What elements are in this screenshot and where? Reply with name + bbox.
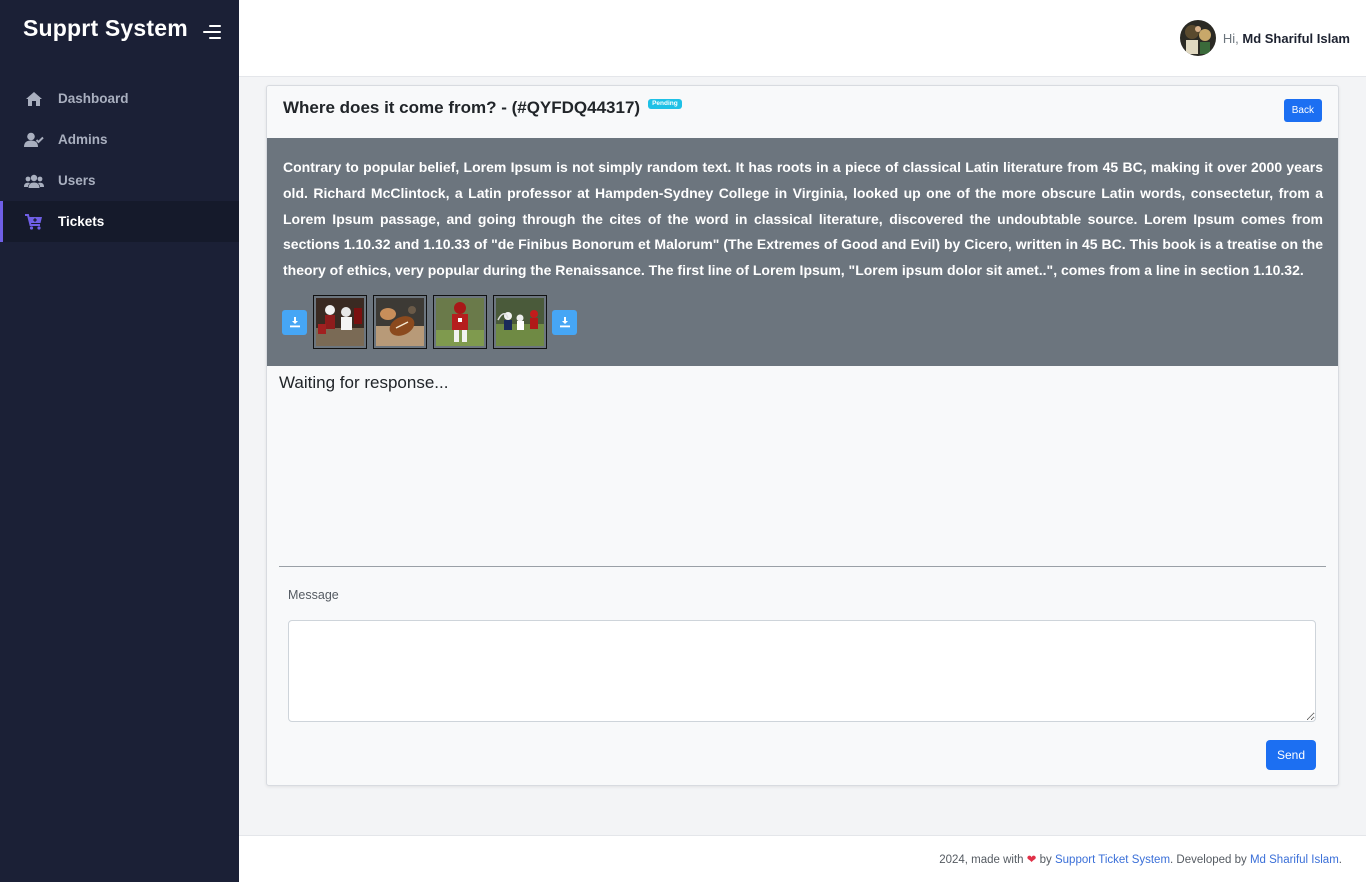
back-button[interactable]: Back	[1283, 99, 1322, 122]
football-players-thumbnail[interactable]	[313, 295, 367, 349]
footer-by: by	[1039, 854, 1052, 866]
ticket-title: Where does it come from? - (#QYFDQ44317)	[283, 98, 641, 117]
brand-title: Supprt System	[23, 15, 188, 41]
footer-link-developer[interactable]: Md Shariful Islam	[1250, 854, 1339, 866]
footer-link-system[interactable]: Support Ticket System	[1055, 854, 1170, 866]
download-all-icon[interactable]	[552, 309, 577, 335]
ticket-header: Where does it come from? - (#QYFDQ44317)…	[283, 98, 682, 118]
football-ball-thumbnail[interactable]	[373, 295, 427, 349]
status-badge: Pending	[648, 98, 682, 110]
sidebar-item-label: Dashboard	[58, 91, 129, 106]
ticket-body: Contrary to popular belief, Lorem Ipsum …	[267, 138, 1338, 366]
sidebar-item-users[interactable]: Users	[0, 160, 239, 201]
user-check-icon	[24, 131, 44, 149]
greeting-text: Hi,	[1222, 30, 1239, 46]
sidebar-item-label: Admins	[58, 132, 108, 147]
sidebar-nav: Dashboard Admins Users Tickets	[0, 78, 239, 242]
waiting-status: Waiting for response...	[279, 373, 449, 392]
cart-icon	[24, 213, 44, 231]
sidebar-item-label: Tickets	[58, 214, 105, 229]
message-label: Message	[288, 588, 339, 602]
sidebar-item-dashboard[interactable]: Dashboard	[0, 78, 239, 119]
avatar[interactable]	[1179, 20, 1216, 56]
sidebar-item-tickets[interactable]: Tickets	[0, 201, 239, 242]
ticket-description: Contrary to popular belief, Lorem Ipsum …	[283, 159, 1323, 279]
menu-toggle-icon[interactable]	[203, 24, 221, 40]
message-field[interactable]	[288, 620, 1316, 722]
heart-icon: ❤	[1026, 854, 1037, 866]
user-menu[interactable]: Hi, Md Shariful Islam	[1179, 20, 1350, 56]
footer-developed: . Developed by	[1170, 854, 1247, 866]
divider	[279, 566, 1326, 567]
ticket-card: Where does it come from? - (#QYFDQ44317)…	[266, 85, 1339, 786]
send-button[interactable]: Send	[1265, 740, 1316, 770]
sidebar-item-admins[interactable]: Admins	[0, 119, 239, 160]
football-field-thumbnail[interactable]	[493, 295, 547, 349]
football-player-thumbnail[interactable]	[433, 295, 487, 349]
sidebar: Supprt System Dashboard Admins Users Tic…	[0, 0, 239, 882]
footer: 2024, made with ❤ by Support Ticket Syst…	[239, 835, 1366, 882]
footer-prefix: 2024, made with	[939, 854, 1024, 866]
top-header: Hi, Md Shariful Islam	[239, 0, 1366, 77]
users-icon	[24, 172, 44, 190]
download-icon[interactable]	[282, 309, 307, 335]
footer-suffix: .	[1338, 854, 1342, 866]
attachments-row	[282, 295, 577, 349]
footer-text: 2024, made with ❤ by Support Ticket Syst…	[939, 852, 1342, 866]
home-icon	[24, 90, 44, 108]
user-name: Md Shariful Islam	[1242, 30, 1350, 46]
sidebar-item-label: Users	[58, 173, 96, 188]
